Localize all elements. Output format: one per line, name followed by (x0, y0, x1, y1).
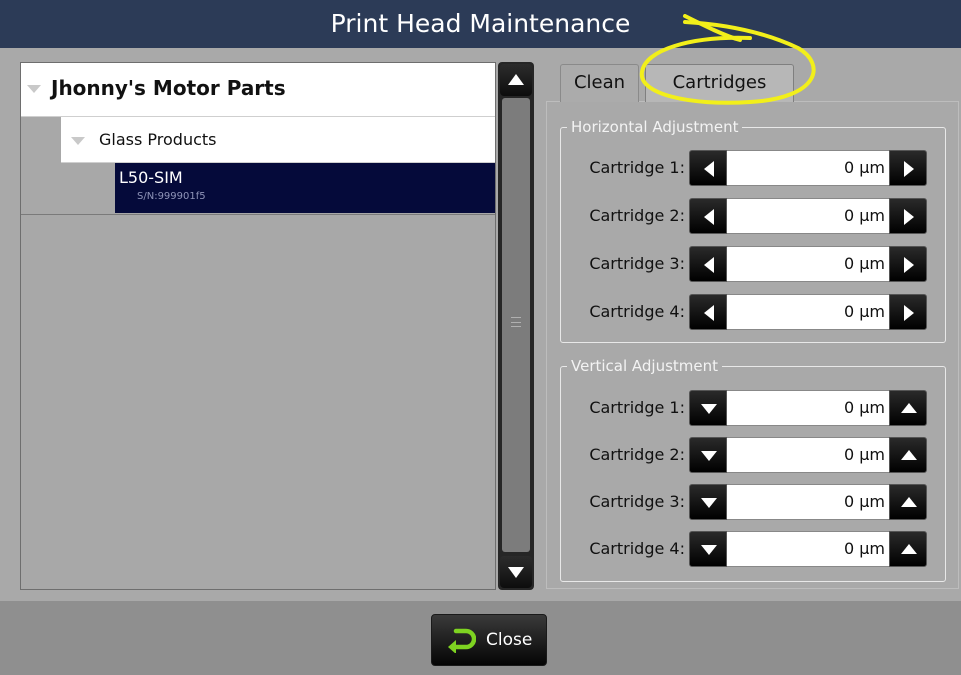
arrow-up-icon (508, 74, 524, 85)
group-legend: Vertical Adjustment (567, 357, 723, 375)
arrow-up-icon (901, 544, 917, 554)
cartridge-label: Cartridge 2: (589, 206, 685, 225)
cartridge-value-field[interactable]: 0 µm (727, 390, 889, 426)
increase-button[interactable] (889, 390, 927, 426)
footer-bar: Close (0, 601, 961, 675)
increase-button[interactable] (889, 437, 927, 473)
arrow-right-icon (904, 305, 914, 321)
vertical-cartridge-1-row: Cartridge 1: 0 µm (561, 390, 931, 426)
device-name: L50-SIM (119, 168, 183, 187)
arrow-down-icon (701, 498, 717, 508)
expand-arrow-icon[interactable] (71, 137, 85, 145)
arrow-up-icon (901, 450, 917, 460)
cartridge-value-field[interactable]: 0 µm (727, 246, 889, 282)
increase-button[interactable] (889, 246, 927, 282)
tree-scrollbar[interactable] (498, 62, 534, 590)
scroll-grip-icon[interactable] (511, 317, 521, 327)
arrow-down-icon (701, 451, 717, 461)
return-arrow-icon (448, 628, 476, 653)
cartridge-label: Cartridge 4: (589, 539, 685, 558)
tree-item-company[interactable]: Jhonny's Motor Parts (21, 63, 495, 117)
cartridge-label: Cartridge 3: (589, 492, 685, 511)
cartridge-label: Cartridge 2: (589, 445, 685, 464)
scroll-down-button[interactable] (500, 556, 532, 588)
decrease-button[interactable] (689, 390, 727, 426)
arrow-up-icon (901, 403, 917, 413)
decrease-button[interactable] (689, 294, 727, 330)
decrease-button[interactable] (689, 484, 727, 520)
vertical-cartridge-3-row: Cartridge 3: 0 µm (561, 484, 931, 520)
tab-cartridges[interactable]: Cartridges (645, 64, 794, 102)
horizontal-adjustment-group: Horizontal Adjustment Cartridge 1: 0 µm … (560, 118, 946, 343)
window-title: Print Head Maintenance (0, 0, 961, 48)
cartridge-value-field[interactable]: 0 µm (727, 198, 889, 234)
tree-item-label: Jhonny's Motor Parts (51, 76, 286, 100)
cartridge-label: Cartridge 1: (589, 398, 685, 417)
arrow-right-icon (904, 161, 914, 177)
divider (21, 214, 495, 215)
decrease-button[interactable] (689, 150, 727, 186)
device-tree[interactable]: Jhonny's Motor Parts Glass Products L50-… (20, 62, 496, 590)
arrow-right-icon (904, 257, 914, 273)
cartridge-label: Cartridge 1: (589, 158, 685, 177)
decrease-button[interactable] (689, 437, 727, 473)
horizontal-cartridge-1-row: Cartridge 1: 0 µm (561, 150, 931, 186)
arrow-up-icon (901, 497, 917, 507)
arrow-down-icon (508, 567, 524, 578)
arrow-left-icon (704, 305, 714, 321)
group-legend: Horizontal Adjustment (567, 118, 743, 136)
increase-button[interactable] (889, 150, 927, 186)
arrow-left-icon (704, 209, 714, 225)
increase-button[interactable] (889, 198, 927, 234)
horizontal-cartridge-4-row: Cartridge 4: 0 µm (561, 294, 931, 330)
increase-button[interactable] (889, 294, 927, 330)
tree-item-label: Glass Products (99, 130, 217, 149)
cartridge-label: Cartridge 4: (589, 302, 685, 321)
horizontal-cartridge-2-row: Cartridge 2: 0 µm (561, 198, 931, 234)
device-serial: S/N:999901f5 (137, 191, 206, 202)
arrow-right-icon (904, 209, 914, 225)
increase-button[interactable] (889, 531, 927, 567)
cartridge-value-field[interactable]: 0 µm (727, 531, 889, 567)
decrease-button[interactable] (689, 246, 727, 282)
arrow-down-icon (701, 545, 717, 555)
cartridge-label: Cartridge 3: (589, 254, 685, 273)
vertical-cartridge-4-row: Cartridge 4: 0 µm (561, 531, 931, 567)
cartridge-value-field[interactable]: 0 µm (727, 437, 889, 473)
tree-item-device-selected[interactable]: L50-SIM S/N:999901f5 (115, 163, 495, 213)
scroll-track[interactable] (502, 98, 530, 552)
horizontal-cartridge-3-row: Cartridge 3: 0 µm (561, 246, 931, 282)
scroll-up-button[interactable] (500, 64, 532, 96)
expand-arrow-icon[interactable] (27, 85, 41, 93)
arrow-left-icon (704, 161, 714, 177)
cartridge-value-field[interactable]: 0 µm (727, 484, 889, 520)
cartridge-value-field[interactable]: 0 µm (727, 150, 889, 186)
close-button[interactable]: Close (431, 614, 547, 666)
arrow-down-icon (701, 404, 717, 414)
decrease-button[interactable] (689, 198, 727, 234)
tab-clean[interactable]: Clean (560, 64, 639, 102)
decrease-button[interactable] (689, 531, 727, 567)
increase-button[interactable] (889, 484, 927, 520)
vertical-cartridge-2-row: Cartridge 2: 0 µm (561, 437, 931, 473)
tree-item-group[interactable]: Glass Products (61, 117, 495, 163)
vertical-adjustment-group: Vertical Adjustment Cartridge 1: 0 µm Ca… (560, 357, 946, 582)
arrow-left-icon (704, 257, 714, 273)
close-button-label: Close (486, 630, 533, 650)
cartridge-value-field[interactable]: 0 µm (727, 294, 889, 330)
